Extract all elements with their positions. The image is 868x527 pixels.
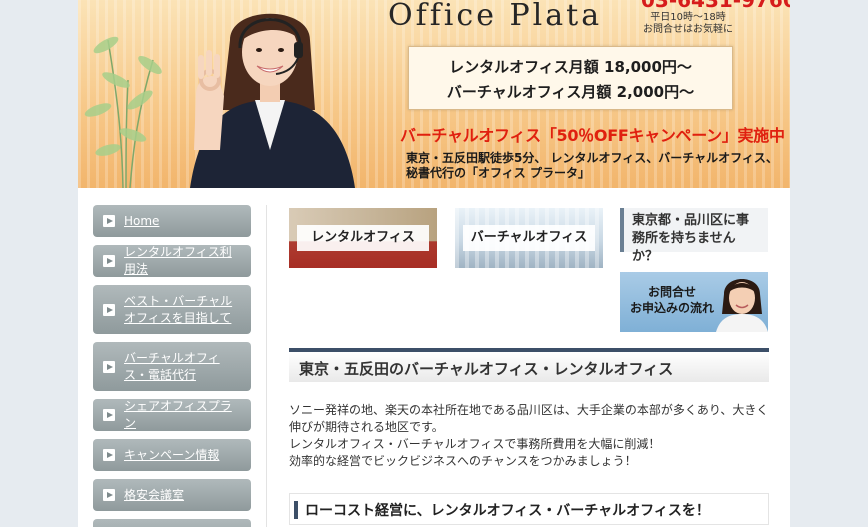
sidebar-item-label: キャンペーン情報 (124, 447, 220, 462)
play-arrow-icon (103, 215, 115, 227)
site-tagline: 東京・五反田駅徒歩5分、 レンタルオフィス、バーチャルオフィス、秘書代行の「オフ… (406, 151, 778, 180)
business-hours: 平日10時～18時 お問合せはお気軽に (638, 12, 738, 36)
play-arrow-icon (103, 409, 115, 421)
intro-paragraph: レンタルオフィス・バーチャルオフィスで事務所費用を大幅に削減！ (289, 437, 661, 451)
sidebar-item-label: レンタルオフィス利用法 (124, 245, 232, 276)
shinagawa-office-link[interactable]: 東京都・品川区に事務所を持ちませんか？ (620, 208, 768, 264)
section-title: 東京・五反田のバーチャルオフィス・レンタルオフィス (289, 348, 769, 382)
sidebar-item-virtual-phone[interactable]: バーチャルオフィス・電話代行 (93, 342, 251, 391)
sidebar-item-label: 格安会議室 (124, 487, 185, 502)
sidebar-item-label: ベスト・バーチャルオフィスを目指して (124, 293, 233, 325)
subsection-title-text: ローコスト経営に、レンタルオフィス・バーチャルオフィスを！ (305, 503, 710, 519)
page: Office Plata 03-6431-9760 平日10時～18時 お問合せ… (78, 0, 790, 527)
intro-text: ソニー発祥の地、楽天の本社所在地である品川区は、大手企業の本部が多くあり、大きく… (289, 402, 774, 470)
campaign-headline[interactable]: バーチャルオフィス「50％OFFキャンペーン」実施中 (400, 122, 785, 146)
rental-office-banner[interactable]: レンタルオフィス (289, 208, 437, 268)
play-arrow-icon (103, 489, 115, 501)
hours-text: 平日10時～18時 (650, 12, 726, 23)
price-box: レンタルオフィス月額 18,000円～ バーチャルオフィス月額 2,000円～ (408, 46, 733, 110)
subsection-accent-bar (294, 501, 298, 519)
contact-flow-banner[interactable]: お問合せ お申込みの流れ (620, 272, 768, 332)
virtual-office-banner[interactable]: バーチャルオフィス (455, 208, 603, 268)
sidebar-item-label: Home (124, 213, 160, 228)
site-header: Office Plata 03-6431-9760 平日10時～18時 お問合せ… (78, 0, 790, 188)
rental-office-banner-label: レンタルオフィス (297, 225, 429, 251)
sidebar-item-home[interactable]: Home (93, 205, 251, 237)
sidebar-item-label: バーチャルオフィス・電話代行 (124, 350, 220, 382)
contact-flow-text: お問合せ お申込みの流れ (626, 284, 718, 316)
column-divider (266, 205, 267, 527)
subsection-title: ローコスト経営に、レンタルオフィス・バーチャルオフィスを！ (289, 493, 769, 525)
intro-paragraph: ソニー発祥の地、楽天の本社所在地である品川区は、大手企業の本部が多くあり、大きく… (289, 403, 769, 434)
phone-number[interactable]: 03-6431-9760 (641, 0, 790, 12)
virtual-office-banner-label: バーチャルオフィス (463, 225, 595, 251)
sidebar-item-share-office[interactable]: シェアオフィスプラン (93, 399, 251, 431)
sidebar-item-label: シェアオフィスプラン (124, 399, 232, 430)
sidebar-item-next[interactable] (93, 519, 251, 527)
sidebar-item-meeting-room[interactable]: 格安会議室 (93, 479, 251, 511)
sidebar-item-campaign[interactable]: キャンペーン情報 (93, 439, 251, 471)
operator-photo (190, 13, 355, 188)
play-arrow-icon (103, 255, 115, 267)
contact-line-1: お問合せ (647, 285, 696, 299)
site-logo[interactable]: Office Plata (388, 0, 602, 33)
virtual-price: バーチャルオフィス月額 2,000円～ (446, 83, 695, 101)
rental-price: レンタルオフィス月額 18,000円～ (449, 58, 692, 76)
play-arrow-icon (103, 360, 115, 373)
contact-staff-photo (716, 279, 768, 332)
contact-line-2: お申込みの流れ (629, 301, 714, 315)
play-arrow-icon (103, 449, 115, 461)
intro-paragraph: 効率的な経営でビックビジネスへのチャンスをつかみましょう！ (289, 454, 637, 468)
sidebar-item-rental-usage[interactable]: レンタルオフィス利用法 (93, 245, 251, 277)
sidebar-item-best-virtual[interactable]: ベスト・バーチャルオフィスを目指して (93, 285, 251, 334)
hours-note: お問合せはお気軽に (643, 24, 733, 35)
play-arrow-icon (103, 303, 115, 316)
plant-decoration (84, 36, 162, 188)
